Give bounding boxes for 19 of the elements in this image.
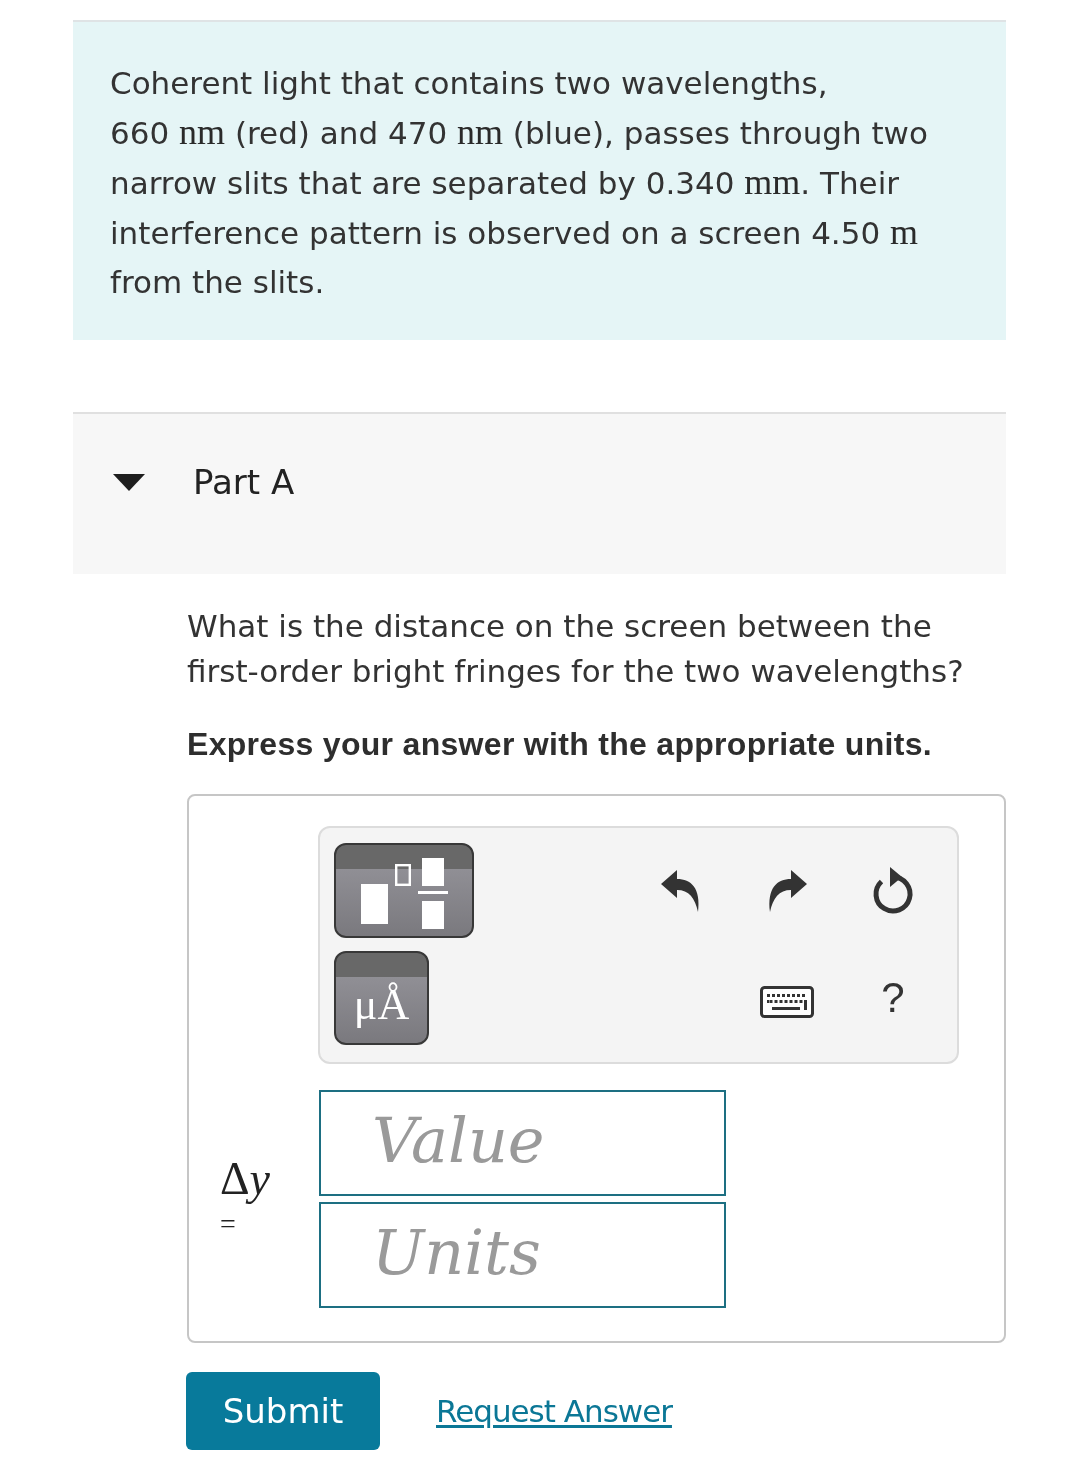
answer-field[interactable]: Value [319,1090,726,1196]
template-icon [360,858,448,929]
part-title: Part A [193,462,295,502]
instruction-text: Express your answer with the appropriate units. [187,725,933,764]
answer-field[interactable]: Units [319,1202,726,1308]
units-button[interactable]: μÅ [334,951,429,1045]
redo-icon[interactable] [767,869,807,912]
request-answer-link[interactable]: Request Answer [436,1393,672,1429]
reset-icon[interactable] [871,865,915,916]
submit-button[interactable]: Submit [186,1372,380,1450]
problem-text: Coherent light that contains two wavelengths, 660 nm (red) and 470 nm (blue), passes through two narrow slits that are separated by 0.340 mm. Their interference pattern is observed on a screen 4.50 m from the slits. [110,64,929,302]
equals-sign: = [220,1207,236,1241]
caret-icon[interactable] [113,473,145,491]
help-button[interactable]: ? [881,974,905,1022]
templates-button[interactable] [334,843,474,938]
undo-icon[interactable] [661,869,701,912]
variable-label: Δy [220,1154,270,1204]
keyboard-icon[interactable] [760,986,814,1018]
question-text: What is the distance on the screen between the first-order bright fringes for the two wavelengths? [187,607,965,691]
